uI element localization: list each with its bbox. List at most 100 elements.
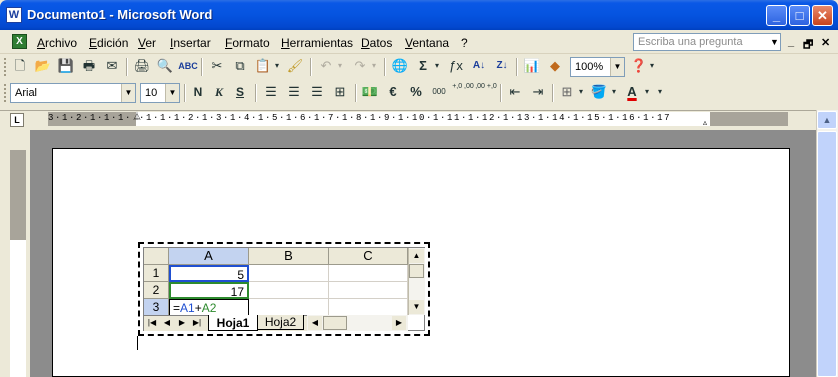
row-header-3[interactable]: 3 [144, 299, 169, 316]
cell-a3[interactable]: =A1+A2 [169, 299, 249, 316]
copy-icon[interactable]: ⧉ [230, 56, 250, 76]
row-header-1[interactable]: 1 [144, 265, 169, 282]
print-preview-icon[interactable]: 🔍 [155, 56, 175, 76]
spelling-icon[interactable]: ABC [178, 56, 198, 76]
align-left-icon[interactable]: ☰ [261, 82, 281, 102]
borders-dropdown-icon[interactable]: ▾ [576, 82, 586, 102]
maximize-button[interactable]: □ [789, 5, 810, 26]
toolbar-options-icon[interactable]: ▾ [655, 82, 665, 102]
font-size-select[interactable]: 10 ▼ [140, 83, 180, 103]
hyperlink-icon[interactable]: 🌐 [390, 56, 410, 76]
menu-archivo[interactable]: Archivo [37, 36, 77, 50]
align-right-icon[interactable]: ☰ [307, 82, 327, 102]
undo-icon[interactable]: ↶ [316, 56, 336, 76]
font-dropdown-icon[interactable]: ▼ [121, 84, 135, 102]
column-header-a[interactable]: A [169, 248, 249, 265]
zoom-dropdown-icon[interactable]: ▼ [610, 58, 624, 76]
doc-minimize-button[interactable]: _ [788, 36, 794, 48]
percent-button[interactable]: % [406, 82, 426, 102]
cell-b1[interactable] [249, 265, 329, 282]
decrease-decimals-button[interactable]: ,00 +,0 [475, 82, 497, 102]
right-indent-marker[interactable]: ▵ [703, 118, 707, 127]
column-header-b[interactable]: B [249, 248, 329, 265]
paste-options-dropdown-icon[interactable]: ▾ [272, 56, 282, 76]
increase-decimals-button[interactable]: +,0 ,00 [452, 82, 474, 102]
scroll-thumb[interactable] [817, 131, 837, 377]
font-select[interactable]: Arial ▼ [10, 83, 136, 103]
sort-ascending-icon[interactable]: A↓ [469, 56, 489, 76]
tab-selector[interactable]: L [10, 113, 24, 127]
toolbar-options-icon[interactable]: ▾ [647, 56, 657, 76]
doc-close-button[interactable]: ✕ [821, 36, 830, 49]
font-color-icon[interactable]: A [622, 82, 642, 102]
help-icon[interactable]: ❓ [629, 56, 649, 76]
menu-edicion[interactable]: Edición [89, 36, 128, 50]
select-all-corner[interactable] [144, 248, 169, 265]
doc-restore-button[interactable]: 🗗 [803, 36, 813, 55]
row-header-2[interactable]: 2 [144, 282, 169, 299]
bold-button[interactable]: N [188, 82, 208, 102]
ask-question-input[interactable]: Escriba una pregunta [633, 33, 781, 51]
font-size-dropdown-icon[interactable]: ▼ [165, 84, 179, 102]
sheet-scroll-up-icon[interactable]: ▲ [409, 249, 424, 263]
prev-sheet-icon[interactable]: ◀ [160, 316, 174, 330]
sheet-scroll-left-icon[interactable]: ◀ [308, 316, 322, 330]
chart-wizard-icon[interactable]: 📊 [522, 56, 542, 76]
ask-dropdown-icon[interactable]: ▼ [770, 37, 779, 47]
sheet-scroll-thumb[interactable] [409, 264, 424, 278]
word-app-icon[interactable]: W [6, 7, 22, 23]
first-sheet-icon[interactable]: |◀ [145, 316, 159, 330]
insert-function-icon[interactable]: ƒx [446, 56, 466, 76]
new-document-icon[interactable]: 🗋 [10, 56, 30, 76]
redo-dropdown-icon[interactable]: ▾ [369, 56, 379, 76]
open-folder-icon[interactable]: 📂 [33, 56, 53, 76]
save-icon[interactable]: 💾 [56, 56, 76, 76]
cell-b3[interactable] [249, 299, 329, 316]
format-painter-icon[interactable]: 🖌 [285, 56, 305, 76]
menu-formato[interactable]: Formato [225, 36, 270, 50]
permission-icon[interactable]: 🖶 [79, 56, 99, 76]
cell-a2[interactable]: 17 [169, 282, 249, 299]
cell-a1[interactable]: 5 [169, 265, 249, 282]
autosum-dropdown-icon[interactable]: ▾ [432, 56, 442, 76]
increase-indent-icon[interactable]: ⇥ [528, 82, 548, 102]
toolbar-grip[interactable] [4, 84, 7, 102]
scroll-up-icon[interactable]: ▲ [817, 111, 837, 129]
excel-doc-icon[interactable]: X [12, 34, 27, 49]
fill-color-icon[interactable]: 🪣 [589, 82, 609, 102]
thousands-button[interactable]: 000 [428, 82, 450, 102]
cell-b2[interactable] [249, 282, 329, 299]
drawing-icon[interactable]: ◆ [545, 56, 565, 76]
cell-c2[interactable] [329, 282, 408, 299]
align-center-icon[interactable]: ☰ [284, 82, 304, 102]
decrease-indent-icon[interactable]: ⇤ [505, 82, 525, 102]
currency-style-icon[interactable]: 💵 [360, 82, 380, 102]
minimize-button[interactable]: _ [766, 5, 787, 26]
borders-icon[interactable]: ⊞ [557, 82, 577, 102]
merge-center-icon[interactable]: ⊞ [330, 82, 350, 102]
sort-descending-icon[interactable]: Z↓ [492, 56, 512, 76]
cut-icon[interactable]: ✂ [207, 56, 227, 76]
tab-hoja2[interactable]: Hoja2 [258, 315, 304, 330]
zoom-select[interactable]: 100% ▼ [570, 57, 625, 77]
menu-help[interactable]: ? [461, 36, 468, 50]
email-icon[interactable]: ✉ [102, 56, 122, 76]
sheet-hscroll-thumb[interactable] [323, 316, 347, 330]
last-sheet-icon[interactable]: ▶| [190, 316, 204, 330]
font-color-dropdown-icon[interactable]: ▾ [642, 82, 652, 102]
redo-icon[interactable]: ↷ [350, 56, 370, 76]
menu-herramientas[interactable]: Herramientas [281, 36, 353, 50]
menu-datos[interactable]: Datos [361, 36, 392, 50]
left-indent-marker[interactable]: ⏅ [133, 111, 141, 122]
tab-hoja1[interactable]: Hoja1 [208, 315, 258, 331]
paste-icon[interactable]: 📋 [253, 56, 273, 76]
undo-dropdown-icon[interactable]: ▾ [335, 56, 345, 76]
cell-c3[interactable] [329, 299, 408, 316]
euro-button[interactable]: € [383, 82, 403, 102]
italic-button[interactable]: K [209, 82, 229, 102]
sheet-scroll-right-icon[interactable]: ▶ [392, 316, 406, 330]
menu-ver[interactable]: Ver [138, 36, 156, 50]
next-sheet-icon[interactable]: ▶ [175, 316, 189, 330]
toolbar-grip[interactable] [4, 58, 7, 76]
column-header-c[interactable]: C [329, 248, 408, 265]
